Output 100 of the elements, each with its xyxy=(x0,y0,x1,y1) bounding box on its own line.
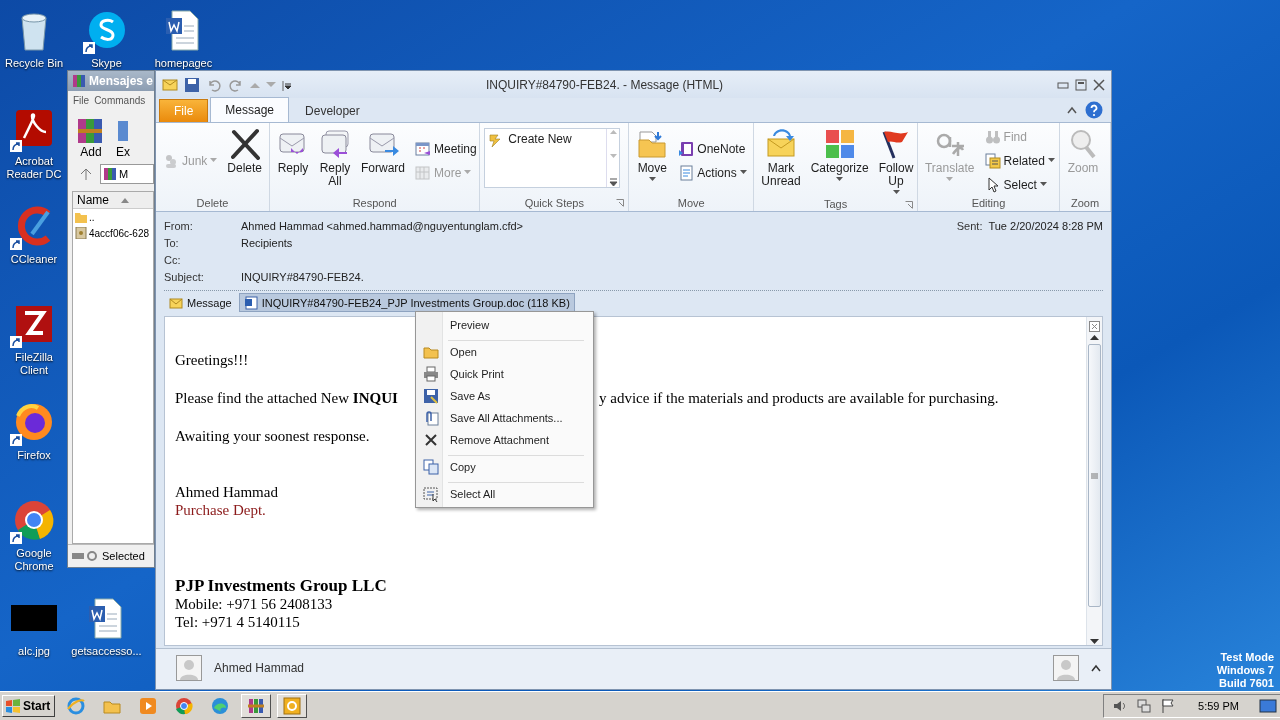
envelope-icon xyxy=(764,128,797,160)
scrollbar[interactable] xyxy=(1086,317,1102,645)
start-button[interactable]: Start xyxy=(2,695,56,717)
more-icon xyxy=(608,178,618,187)
grip-icon xyxy=(1091,472,1098,479)
ribbon-button[interactable]: Meeting xyxy=(412,139,480,158)
system-notice: Windows 7 xyxy=(1216,664,1274,677)
ribbon-button[interactable]: Reply xyxy=(274,126,312,195)
x-mark-icon xyxy=(228,128,261,160)
menu-item[interactable]: Save All Attachments... xyxy=(418,407,591,429)
ribbon-button[interactable]: Select xyxy=(981,175,1058,194)
menu-item[interactable]: Quick Print xyxy=(418,363,591,385)
sent-value: Tue 2/20/2024 8:28 PM xyxy=(988,219,1103,232)
calendar-icon xyxy=(415,140,431,157)
desktop-icon-label[interactable]: Acrobat Reader DC xyxy=(3,155,65,181)
binoculars-icon xyxy=(984,128,1001,145)
system-notice: Build 7601 xyxy=(1218,677,1274,690)
ribbon-button[interactable]: Related xyxy=(981,151,1058,170)
header-value: INQUIRY#84790-FEB24. xyxy=(241,270,364,283)
expand-icon xyxy=(1091,664,1101,672)
status-text: Selected xyxy=(102,550,145,562)
body-text: Greetings!!! xyxy=(175,352,249,368)
caret-icon xyxy=(1039,182,1047,187)
contact-name[interactable]: Ahmed Hammad xyxy=(214,661,1041,675)
sent-label: Sent: xyxy=(956,219,983,232)
ribbon-tab[interactable]: Developer xyxy=(291,100,374,122)
scroll-up-icon xyxy=(1090,334,1099,340)
flag-icon xyxy=(1160,698,1177,714)
shortcut-arrow-icon xyxy=(82,42,95,54)
avatar-icon xyxy=(1053,655,1079,681)
desktop-icon-label[interactable]: getsaccesso... xyxy=(71,645,142,658)
body-text: Awaiting your soonest response. xyxy=(175,428,370,444)
desktop-icon-label[interactable]: Firefox xyxy=(17,449,51,462)
group-label: Quick Steps xyxy=(524,197,584,209)
launcher-icon[interactable] xyxy=(904,201,913,209)
scroll-down-icon xyxy=(609,153,617,159)
body-text: Purchase Dept. xyxy=(175,502,266,518)
select-all-icon xyxy=(423,486,439,502)
desktop-icon-label[interactable]: alc.jpg xyxy=(18,645,50,658)
desktop-icon-label[interactable]: Recycle Bin xyxy=(4,57,64,70)
menu-item[interactable]: Save As xyxy=(418,385,591,407)
help-icon xyxy=(1085,101,1103,119)
shortcut-arrow-icon xyxy=(10,532,22,544)
ribbon-button[interactable]: Categorize xyxy=(807,126,872,197)
menu-item[interactable]: Commands xyxy=(94,94,146,106)
ribbon-button[interactable]: Follow Up xyxy=(875,126,917,197)
caret-icon xyxy=(210,158,218,163)
toolbar-button[interactable]: Add xyxy=(76,117,106,159)
quick-step-item[interactable]: Create New xyxy=(485,129,607,187)
shortcut-arrow-icon xyxy=(10,140,22,152)
header-label: From: xyxy=(164,219,194,232)
caret-icon xyxy=(464,170,472,175)
copy-icon xyxy=(423,459,439,475)
menu-item[interactable]: Open xyxy=(418,341,591,363)
folder-icon xyxy=(75,211,87,223)
system-notice: Test Mode xyxy=(1220,651,1274,664)
path-field[interactable]: M xyxy=(100,164,154,184)
people-icon xyxy=(163,152,179,169)
browser-icon xyxy=(12,498,56,542)
file-name[interactable]: .. xyxy=(89,211,95,223)
file-name[interactable]: 4accf06c-628 xyxy=(89,227,150,239)
ribbon-button[interactable]: Move xyxy=(633,126,672,195)
taskbar-app[interactable] xyxy=(277,694,308,718)
desktop-icon-label[interactable]: Google Chrome xyxy=(3,547,65,573)
ribbon-button[interactable]: Mark Unread xyxy=(758,126,804,197)
desktop-icon-label[interactable]: FileZilla Client xyxy=(3,351,65,377)
network-icon xyxy=(1136,698,1153,714)
attachment-tab[interactable]: Message xyxy=(164,293,237,312)
documents-icon xyxy=(984,152,1001,169)
document-icon xyxy=(243,295,258,310)
ribbon-button[interactable]: OneNote xyxy=(675,139,750,158)
envelopes-arrow-icon xyxy=(319,128,351,160)
menu-item[interactable]: Select All xyxy=(418,483,591,505)
header-label: To: xyxy=(164,236,180,249)
image-thumbnail xyxy=(11,605,57,631)
shortcut-arrow-icon xyxy=(10,238,22,250)
ribbon-button[interactable]: Actions xyxy=(675,163,750,182)
save-icon xyxy=(184,76,200,93)
desktop-icon-label[interactable]: homepagec xyxy=(154,57,213,70)
ribbon-button[interactable]: Reply All xyxy=(316,126,354,195)
browser-wave-icon xyxy=(211,697,230,715)
up-arrow-icon xyxy=(80,168,92,180)
ribbon-button[interactable]: Delete xyxy=(224,126,266,195)
scroll-up-icon xyxy=(609,129,617,134)
launcher-icon[interactable] xyxy=(616,199,625,207)
toolbar-button[interactable]: Ex xyxy=(116,117,130,159)
ribbon-button[interactable]: Forward xyxy=(358,126,408,195)
group-label: Move xyxy=(677,197,705,209)
taskbar-app[interactable] xyxy=(241,694,272,718)
menu-item[interactable]: File xyxy=(73,94,90,106)
attachment-tab[interactable]: INQUIRY#84790-FEB24_PJP Investments Group.doc (118 KB) xyxy=(238,293,575,312)
ribbon-tab[interactable]: Message xyxy=(210,97,290,122)
shortcut-arrow-icon xyxy=(10,336,22,348)
caret-icon xyxy=(739,170,747,175)
clock[interactable]: 5:59 PM xyxy=(1198,700,1239,712)
desktop-icon-label[interactable]: Skype xyxy=(91,57,122,70)
group-label: Respond xyxy=(352,197,397,209)
close-icon xyxy=(423,432,439,448)
desktop-icon-label[interactable]: CCleaner xyxy=(10,253,58,266)
group-label: Tags xyxy=(824,198,848,210)
